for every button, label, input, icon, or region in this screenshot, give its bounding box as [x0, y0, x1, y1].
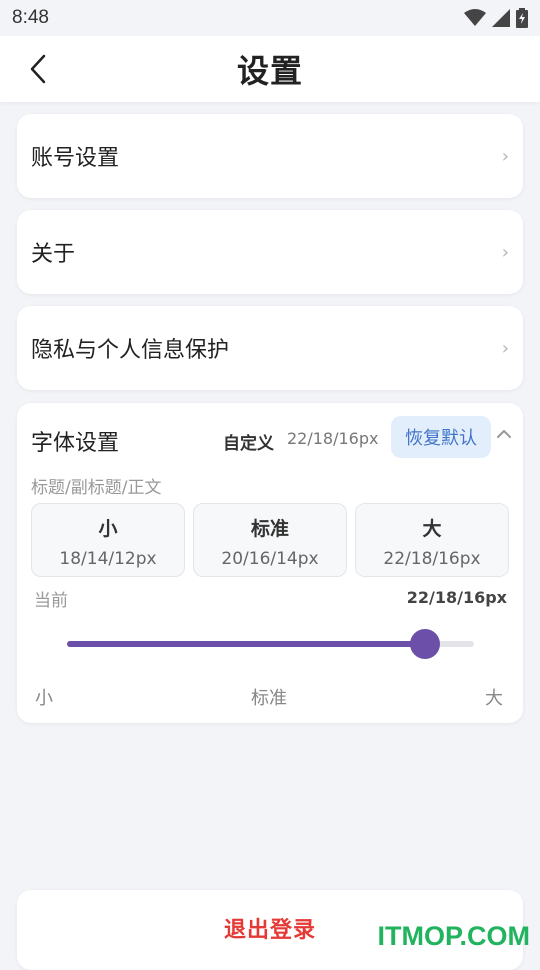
signal-icon	[492, 9, 510, 27]
status-time: 8:48	[12, 7, 49, 29]
menu-item-label: 关于	[31, 236, 502, 268]
option-name: 大	[356, 514, 508, 541]
font-size-slider[interactable]	[67, 629, 474, 659]
back-arrow-icon	[29, 54, 47, 84]
restore-default-button[interactable]: 恢复默认	[391, 416, 491, 458]
option-px: 18/14/12px	[32, 549, 184, 569]
menu-item-about[interactable]: 关于 ›	[17, 210, 523, 294]
menu-item-account-settings[interactable]: 账号设置 ›	[17, 114, 523, 198]
option-px: 22/18/16px	[356, 549, 508, 569]
status-bar: 8:48	[0, 0, 540, 36]
current-label: 当前	[34, 586, 68, 611]
chevron-right-icon: ›	[502, 146, 509, 167]
logout-label: 退出登录	[224, 912, 316, 970]
tick-large: 大	[485, 684, 503, 710]
font-settings-title: 字体设置	[31, 425, 119, 457]
chevron-right-icon: ›	[502, 338, 509, 359]
app-header: 设置	[0, 36, 540, 102]
chevron-up-icon	[495, 425, 513, 443]
menu-item-label: 账号设置	[31, 140, 502, 172]
menu-item-label: 隐私与个人信息保护	[31, 332, 502, 364]
slider-fill	[67, 641, 425, 647]
tick-small: 小	[35, 684, 53, 710]
collapse-button[interactable]	[495, 425, 515, 445]
font-option-standard[interactable]: 标准 20/16/14px	[193, 503, 347, 577]
tick-standard: 标准	[251, 684, 287, 710]
back-button[interactable]	[22, 53, 54, 85]
menu-item-privacy[interactable]: 隐私与个人信息保护 ›	[17, 306, 523, 390]
option-name: 小	[32, 514, 184, 541]
current-value: 22/18/16px	[407, 588, 507, 607]
watermark: ITMOP.COM	[377, 921, 530, 952]
font-hint: 标题/副标题/正文	[31, 473, 161, 498]
chevron-right-icon: ›	[502, 242, 509, 263]
font-option-small[interactable]: 小 18/14/12px	[31, 503, 185, 577]
status-icons	[464, 8, 528, 28]
font-mode-value: 22/18/16px	[287, 429, 378, 448]
font-settings-card: 字体设置 自定义 22/18/16px 恢复默认 标题/副标题/正文 小 18/…	[17, 403, 523, 723]
font-option-large[interactable]: 大 22/18/16px	[355, 503, 509, 577]
page-title: 设置	[237, 46, 303, 92]
option-px: 20/16/14px	[194, 549, 346, 569]
option-name: 标准	[194, 514, 346, 541]
wifi-icon	[464, 9, 486, 27]
slider-thumb[interactable]	[410, 629, 440, 659]
battery-charging-icon	[516, 8, 528, 28]
font-mode-label: 自定义	[223, 429, 274, 454]
